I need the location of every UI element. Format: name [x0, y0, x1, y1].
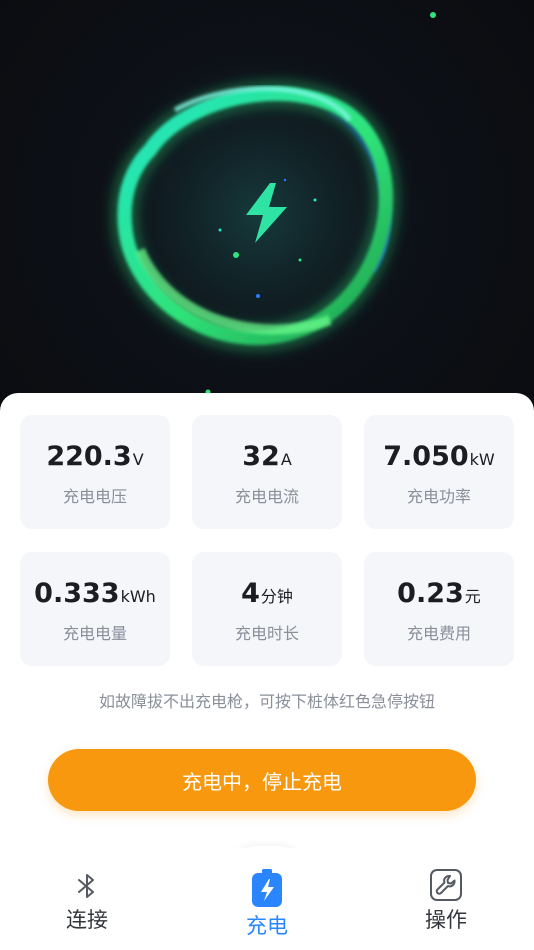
energy-label: 充电电量	[62, 624, 127, 643]
duration-value: 4	[241, 578, 260, 609]
energy-card: 0.333kWh 充电电量	[20, 552, 170, 666]
duration-card: 4分钟 充电时长	[192, 552, 342, 666]
charging-animation	[0, 0, 534, 420]
cost-label: 充电费用	[406, 624, 471, 643]
voltage-card: 220.3V 充电电压	[20, 415, 170, 529]
power-card: 7.050kW 充电功率	[364, 415, 514, 529]
bottom-tab-bar: 连接 充电 操作	[0, 848, 534, 950]
power-value: 7.050	[383, 441, 469, 472]
tab-operate[interactable]: 操作	[376, 848, 516, 950]
stop-charging-button[interactable]: 充电中，停止充电	[48, 749, 476, 811]
cost-value: 0.23	[397, 578, 464, 609]
cost-card: 0.23元 充电费用	[364, 552, 514, 666]
voltage-value: 220.3	[46, 441, 132, 472]
voltage-unit: V	[132, 450, 144, 469]
bluetooth-icon	[71, 870, 103, 906]
wrench-icon	[429, 868, 463, 906]
tab-operate-label: 操作	[425, 908, 467, 932]
tab-connect[interactable]: 连接	[17, 848, 157, 950]
duration-label: 充电时长	[234, 624, 299, 643]
voltage-label: 充电电压	[62, 487, 127, 506]
duration-unit: 分钟	[260, 587, 293, 606]
current-card: 32A 充电电流	[192, 415, 342, 529]
battery-charging-icon	[249, 868, 285, 912]
current-label: 充电电流	[234, 487, 299, 506]
cost-unit: 元	[464, 587, 481, 606]
energy-value: 0.333	[34, 578, 120, 609]
power-unit: kW	[469, 450, 495, 469]
current-unit: A	[280, 450, 292, 469]
energy-unit: kWh	[120, 587, 156, 606]
tab-charge-label: 充电	[246, 914, 288, 938]
emergency-stop-hint: 如故障拔不出充电枪，可按下桩体红色急停按钮	[98, 692, 435, 711]
tab-connect-label: 连接	[66, 908, 108, 932]
power-label: 充电功率	[406, 487, 471, 506]
tab-charge[interactable]: 充电	[197, 848, 337, 950]
current-value: 32	[242, 441, 280, 472]
